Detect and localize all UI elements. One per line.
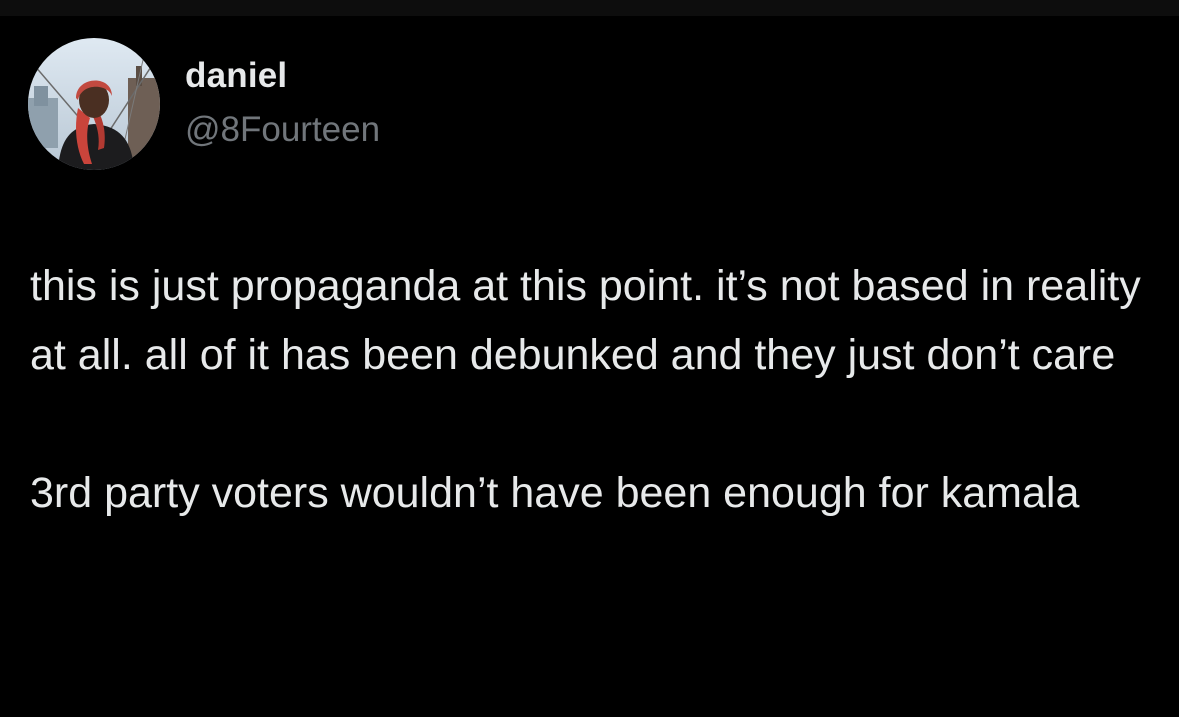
- avatar[interactable]: [28, 38, 160, 170]
- tweet-paragraph: 3rd party voters wouldn’t have been enou…: [30, 469, 1080, 517]
- tweet-paragraph: this is just propaganda at this point. i…: [30, 262, 1141, 379]
- profile-photo-icon: [28, 38, 160, 170]
- tweet-card: daniel @8Fourteen this is just propagand…: [0, 0, 1179, 717]
- author-display-name[interactable]: daniel: [185, 56, 287, 96]
- author-handle[interactable]: @8Fourteen: [185, 110, 380, 150]
- tweet-body: this is just propaganda at this point. i…: [30, 252, 1150, 528]
